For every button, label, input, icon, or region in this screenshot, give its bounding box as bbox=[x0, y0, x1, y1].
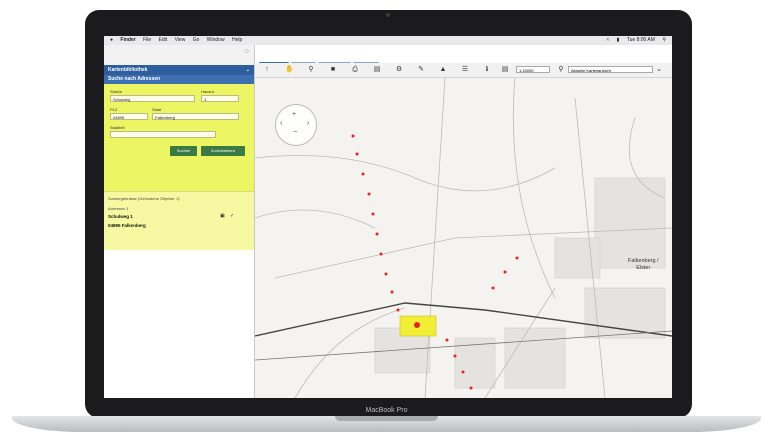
settings-icon[interactable]: ⚙ bbox=[395, 66, 403, 74]
zoom-in-icon[interactable]: + bbox=[292, 111, 296, 118]
result-address-line1[interactable]: Schulweg 1 bbox=[108, 214, 133, 219]
chevron-down-icon[interactable]: ⌄ bbox=[655, 66, 663, 74]
save-icon[interactable]: ■ bbox=[329, 66, 337, 74]
search-button[interactable]: Suchen bbox=[170, 146, 197, 156]
pan-zoom-control[interactable]: + − ‹ › bbox=[275, 104, 317, 146]
place-label-line2: Elster bbox=[636, 265, 651, 271]
wifi-icon[interactable]: ≈ bbox=[606, 37, 609, 43]
pan-left-icon[interactable]: ‹ bbox=[280, 120, 282, 127]
city-input[interactable]: Falkenberg bbox=[152, 113, 239, 120]
results-subtitle: Adressen 1 bbox=[108, 206, 129, 211]
chevron-down-icon[interactable]: ⌄ bbox=[246, 65, 250, 75]
street-label: Straße bbox=[110, 89, 123, 94]
menubar-clock[interactable]: Tue 8:00 AM bbox=[627, 37, 655, 43]
camera bbox=[386, 13, 390, 17]
city-label: Stadt bbox=[152, 107, 162, 112]
map-canvas[interactable]: + − ‹ › Falkenberg / Elster bbox=[255, 78, 672, 398]
menu-edit[interactable]: Edit bbox=[159, 37, 168, 43]
zoom-icon[interactable]: ⚲ bbox=[307, 66, 315, 74]
reset-button[interactable]: Zurücksetzen bbox=[201, 146, 245, 156]
district-label: Stadtteil bbox=[110, 125, 125, 130]
search-section-header[interactable]: Suche nach Adressen bbox=[104, 75, 254, 84]
laptop-notch bbox=[335, 416, 438, 421]
menu-go[interactable]: Go bbox=[193, 37, 200, 43]
zip-input[interactable]: 04895 bbox=[110, 113, 148, 120]
checkmark-icon[interactable]: ✓ bbox=[230, 213, 234, 219]
menu-file[interactable]: File bbox=[143, 37, 151, 43]
menu-view[interactable]: View bbox=[175, 37, 186, 43]
zoom-out-icon[interactable]: − bbox=[293, 129, 297, 136]
menu-help[interactable]: Help bbox=[232, 37, 242, 43]
battery-icon[interactable]: ▮ bbox=[617, 37, 620, 43]
map-graphics bbox=[255, 78, 672, 398]
zoom-to-result-icon[interactable]: ▣ bbox=[220, 213, 225, 219]
list-icon[interactable]: ☰ bbox=[461, 66, 469, 74]
menu-finder[interactable]: Finder bbox=[120, 37, 135, 43]
search-results-panel: Suchergebnisse (Gefundene Objekte: 1) Ad… bbox=[104, 191, 254, 250]
search-map-icon[interactable]: ⚲ bbox=[557, 66, 565, 74]
place-label-line1: Falkenberg / bbox=[628, 258, 659, 264]
map-view-select[interactable]: Aktuelle Kartenansicht bbox=[568, 66, 653, 73]
info-icon[interactable]: ℹ bbox=[483, 66, 491, 74]
print-icon[interactable]: ⎙ bbox=[351, 66, 359, 74]
edit-pen-icon[interactable]: ✎ bbox=[417, 66, 425, 74]
close-icon[interactable]: ○ bbox=[245, 48, 249, 55]
map-toolbar: ↑ ✋ ⚲ ■ ⎙ ▤ ⚙ ✎ ▲ ☰ ℹ ▤ 1:15000 ⚲ Aktuel… bbox=[255, 63, 672, 78]
document-icon[interactable]: ▤ bbox=[373, 66, 381, 74]
result-address-line2[interactable]: 04895 Falkenberg bbox=[108, 223, 146, 228]
scale-input[interactable]: 1:15000 bbox=[516, 66, 550, 73]
apple-icon[interactable]: ● bbox=[110, 37, 113, 43]
sidebar-top: ○ bbox=[104, 45, 254, 65]
menubar-status: ≈ ▮ Tue 8:00 AM ⚲ bbox=[600, 36, 666, 45]
device-brand-label: MacBook Pro bbox=[365, 407, 408, 414]
tab-bar: WerkzeugeThemenDatenquellenLegende bbox=[259, 54, 381, 70]
place-label: Falkenberg / Elster bbox=[628, 258, 659, 272]
pan-right-icon[interactable]: › bbox=[307, 120, 309, 127]
house-number-label: Hausnr. bbox=[201, 89, 215, 94]
sidebar-header[interactable]: Kartenbibliothek ⌄ bbox=[104, 65, 254, 75]
screen: ● Finder File Edit View Go Window Help ≈… bbox=[104, 36, 672, 398]
street-input[interactable]: Schulweg bbox=[110, 95, 195, 102]
scale-icon[interactable]: ▤ bbox=[501, 66, 509, 74]
sidebar-header-label: Kartenbibliothek bbox=[108, 67, 148, 73]
house-number-input[interactable]: 1 bbox=[201, 95, 239, 102]
pan-hand-icon[interactable]: ✋ bbox=[285, 66, 294, 74]
zip-label: PLZ bbox=[110, 107, 118, 112]
address-search-panel: Straße Schulweg Hausnr. 1 PLZ 04895 Stad… bbox=[104, 84, 254, 191]
menubar: ● Finder File Edit View Go Window Help ≈… bbox=[104, 36, 672, 45]
district-input[interactable] bbox=[110, 131, 216, 138]
sidebar: ○ Kartenbibliothek ⌄ Suche nach Adressen… bbox=[104, 45, 255, 398]
arrow-icon[interactable]: ↑ bbox=[263, 66, 271, 74]
results-title: Suchergebnisse (Gefundene Objekte: 1) bbox=[108, 196, 180, 201]
search-icon[interactable]: ⚲ bbox=[662, 37, 666, 43]
menu-window[interactable]: Window bbox=[207, 37, 225, 43]
folder-icon[interactable]: ▲ bbox=[439, 66, 447, 74]
